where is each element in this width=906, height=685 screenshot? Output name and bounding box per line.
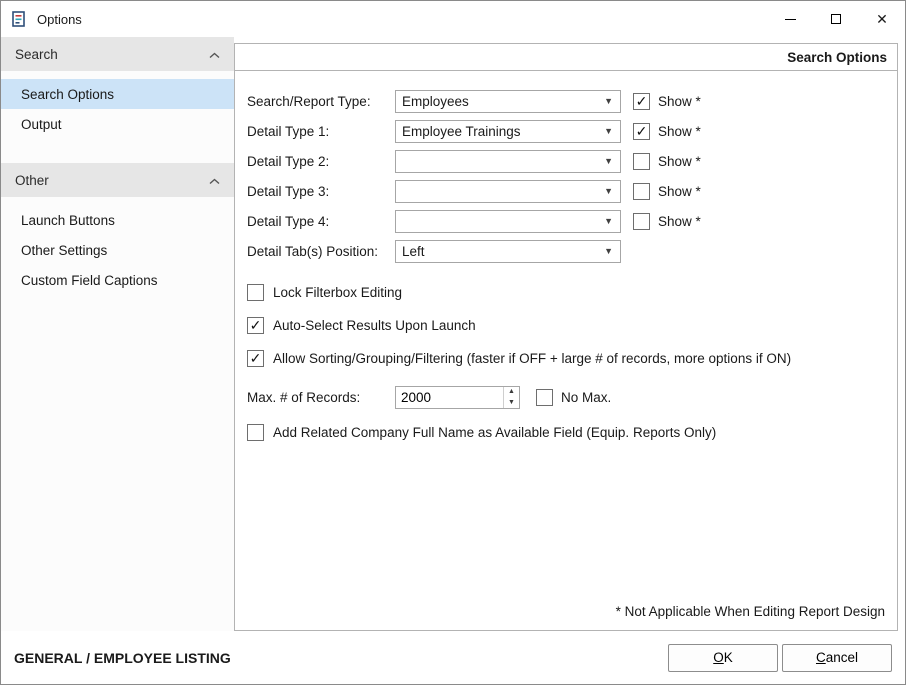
form-row: Detail Type 2: ▼ Show * — [247, 146, 885, 176]
sidebar-item-launch-buttons[interactable]: Launch Buttons — [1, 205, 234, 235]
sidebar-item-output[interactable]: Output — [1, 109, 234, 139]
dropdown-value: Employee Trainings — [402, 124, 521, 139]
checkbox-label[interactable]: Allow Sorting/Grouping/Filtering (faster… — [273, 351, 791, 366]
show-label: Show * — [658, 184, 701, 199]
dropdown-value: Left — [402, 244, 425, 259]
minimize-icon — [785, 19, 796, 20]
field-label: Max. # of Records: — [247, 390, 395, 405]
show-label: Show * — [658, 214, 701, 229]
show-checkbox[interactable] — [633, 153, 650, 170]
options-dialog: Options ✕ Search Search Options — [0, 0, 906, 685]
chevron-up-icon — [209, 47, 220, 62]
show-checkbox[interactable] — [633, 213, 650, 230]
field-label: Detail Type 2: — [247, 154, 395, 169]
sidebar-item-label: Output — [21, 117, 62, 132]
maximize-icon — [831, 14, 841, 24]
spin-down-button[interactable]: ▼ — [504, 397, 519, 408]
sidebar-section-header-search[interactable]: Search — [1, 37, 234, 71]
checkbox-row: Lock Filterbox Editing — [247, 282, 885, 302]
footnote: * Not Applicable When Editing Report Des… — [616, 604, 885, 619]
lock-filterbox-editing-checkbox[interactable] — [247, 284, 264, 301]
sidebar-item-search-options[interactable]: Search Options — [1, 79, 234, 109]
form-row: Search/Report Type: Employees ▼ Show * — [247, 86, 885, 116]
section-label: Other — [15, 173, 49, 188]
checkbox-label[interactable]: Lock Filterbox Editing — [273, 285, 402, 300]
maximize-button[interactable] — [813, 1, 859, 37]
show-checkbox[interactable] — [633, 93, 650, 110]
search-report-type-select[interactable]: Employees ▼ — [395, 90, 621, 113]
detail-type-2-select[interactable]: ▼ — [395, 150, 621, 173]
no-max-label[interactable]: No Max. — [561, 390, 611, 405]
sidebar-item-label: Search Options — [21, 87, 114, 102]
panel-header: Search Options — [235, 44, 897, 71]
sidebar-item-label: Launch Buttons — [21, 213, 115, 228]
chevron-down-icon: ▼ — [604, 156, 613, 166]
checkbox-row: Allow Sorting/Grouping/Filtering (faster… — [247, 348, 885, 368]
sidebar-item-label: Other Settings — [21, 243, 107, 258]
sidebar-section-header-other[interactable]: Other — [1, 163, 234, 197]
app-icon — [11, 11, 28, 28]
sidebar: Search Search Options Output Other — [1, 37, 234, 631]
sidebar-section-other: Other Launch Buttons Other Settings Cust… — [1, 163, 234, 295]
show-label: Show * — [658, 154, 701, 169]
chevron-down-icon: ▼ — [604, 96, 613, 106]
sidebar-section-search: Search Search Options Output — [1, 37, 234, 139]
detail-type-1-select[interactable]: Employee Trainings ▼ — [395, 120, 621, 143]
form-row: Detail Type 4: ▼ Show * — [247, 206, 885, 236]
chevron-up-icon — [209, 173, 220, 188]
minimize-button[interactable] — [767, 1, 813, 37]
show-checkbox[interactable] — [633, 183, 650, 200]
sidebar-item-custom-field-captions[interactable]: Custom Field Captions — [1, 265, 234, 295]
detail-tabs-position-select[interactable]: Left ▼ — [395, 240, 621, 263]
spin-up-button[interactable]: ▲ — [504, 387, 519, 398]
field-label: Detail Type 1: — [247, 124, 395, 139]
field-label: Detail Tab(s) Position: — [247, 244, 395, 259]
sidebar-item-other-settings[interactable]: Other Settings — [1, 235, 234, 265]
chevron-down-icon: ▼ — [604, 246, 613, 256]
section-label: Search — [15, 47, 58, 62]
show-label: Show * — [658, 124, 701, 139]
titlebar: Options ✕ — [1, 1, 905, 37]
close-button[interactable]: ✕ — [859, 1, 905, 37]
window-title: Options — [37, 12, 82, 27]
max-records-spinner: ▲ ▼ — [395, 386, 520, 409]
allow-sorting-grouping-filtering-checkbox[interactable] — [247, 350, 264, 367]
close-icon: ✕ — [876, 12, 888, 26]
field-label: Detail Type 4: — [247, 214, 395, 229]
context-title: GENERAL / EMPLOYEE LISTING — [14, 650, 231, 666]
max-records-row: Max. # of Records: ▲ ▼ No Max. — [247, 385, 885, 409]
search-options-panel: Search Options Search/Report Type: Emplo… — [234, 43, 898, 631]
chevron-down-icon: ▼ — [604, 126, 613, 136]
detail-type-3-select[interactable]: ▼ — [395, 180, 621, 203]
form-row: Detail Type 3: ▼ Show * — [247, 176, 885, 206]
auto-select-results-checkbox[interactable] — [247, 317, 264, 334]
no-max-checkbox[interactable] — [536, 389, 553, 406]
show-checkbox[interactable] — [633, 123, 650, 140]
checkbox-row: Auto-Select Results Upon Launch — [247, 315, 885, 335]
panel-title: Search Options — [787, 50, 887, 65]
chevron-down-icon: ▼ — [604, 186, 613, 196]
detail-type-4-select[interactable]: ▼ — [395, 210, 621, 233]
ok-button[interactable]: OK — [668, 644, 778, 672]
add-related-company-checkbox[interactable] — [247, 424, 264, 441]
form-row: Detail Type 1: Employee Trainings ▼ Show… — [247, 116, 885, 146]
field-label: Detail Type 3: — [247, 184, 395, 199]
sidebar-item-label: Custom Field Captions — [21, 273, 158, 288]
chevron-down-icon: ▼ — [604, 216, 613, 226]
form-row: Detail Tab(s) Position: Left ▼ — [247, 236, 885, 266]
footer: GENERAL / EMPLOYEE LISTING OK Cancel — [1, 631, 905, 684]
dropdown-value: Employees — [402, 94, 469, 109]
cancel-button[interactable]: Cancel — [782, 644, 892, 672]
field-label: Search/Report Type: — [247, 94, 395, 109]
show-label: Show * — [658, 94, 701, 109]
checkbox-row: Add Related Company Full Name as Availab… — [247, 422, 885, 442]
checkbox-label[interactable]: Auto-Select Results Upon Launch — [273, 318, 476, 333]
max-records-input[interactable] — [396, 387, 503, 408]
checkbox-label[interactable]: Add Related Company Full Name as Availab… — [273, 425, 716, 440]
